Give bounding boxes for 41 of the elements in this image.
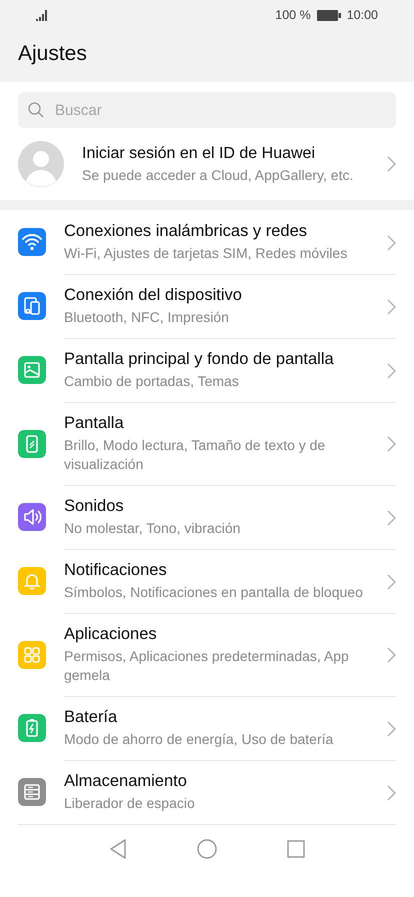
setting-title[interactable]: Notificaciones xyxy=(64,561,363,580)
signal-icon xyxy=(36,10,49,20)
setting-subtitle: Modo de ahorro de energía, Uso de batería xyxy=(64,730,334,749)
setting-subtitle: Wi-Fi, Ajustes de tarjetas SIM, Redes móviles xyxy=(64,244,348,263)
chevron-icon xyxy=(387,436,396,452)
search-field[interactable]: Buscar xyxy=(18,92,396,128)
setting-title[interactable]: Batería xyxy=(64,708,363,727)
recent-apps-icon[interactable] xyxy=(287,840,305,858)
clock: 10:00 xyxy=(346,8,378,22)
battery-percentage: 100 % xyxy=(275,8,311,22)
page-title: Ajustes xyxy=(18,41,88,66)
chevron-icon xyxy=(387,362,396,378)
setting-title[interactable]: Aplicaciones xyxy=(64,625,363,644)
battery-icon xyxy=(316,10,341,20)
chevron-icon xyxy=(387,510,396,526)
setting-title[interactable]: Pantalla principal y fondo de pantalla xyxy=(64,350,363,369)
setting-subtitle: Permisos, Aplicaciones predeterminadas, App gemela xyxy=(64,647,350,685)
account-subtitle: Se puede acceder a Cloud, AppGallery, etc. xyxy=(82,167,354,183)
chevron-icon xyxy=(387,574,396,590)
home-icon[interactable] xyxy=(197,838,217,858)
chevron-icon xyxy=(387,234,396,250)
setting-subtitle: Liberador de espacio xyxy=(64,794,196,813)
chevron-icon xyxy=(387,298,396,314)
setting-title[interactable]: Conexión del dispositivo xyxy=(64,286,363,305)
chevron-icon xyxy=(387,156,396,172)
setting-title[interactable]: Conexiones inalámbricas y redes xyxy=(64,222,363,241)
setting-title[interactable]: Sonidos xyxy=(64,497,363,516)
search-icon xyxy=(28,102,44,118)
setting-subtitle: Bluetooth, NFC, Impresión xyxy=(64,308,230,327)
chevron-icon xyxy=(387,784,396,800)
chevron-icon xyxy=(387,720,396,736)
setting-subtitle: Brillo, Modo lectura, Tamaño de texto y de visualización xyxy=(64,436,326,474)
setting-subtitle: Símbolos, Notificaciones en pantalla de bloqueo xyxy=(64,583,363,602)
back-icon[interactable] xyxy=(109,838,127,858)
setting-title[interactable]: Pantalla xyxy=(64,414,363,433)
setting-subtitle: No molestar, Tono, vibración xyxy=(64,519,242,538)
setting-title[interactable]: Almacenamiento xyxy=(64,772,363,791)
setting-subtitle: Cambio de portadas, Temas xyxy=(64,372,240,391)
chevron-icon xyxy=(387,647,396,663)
avatar-icon xyxy=(18,141,64,187)
account-title[interactable]: Iniciar sesión en el ID de Huawei xyxy=(82,145,387,163)
